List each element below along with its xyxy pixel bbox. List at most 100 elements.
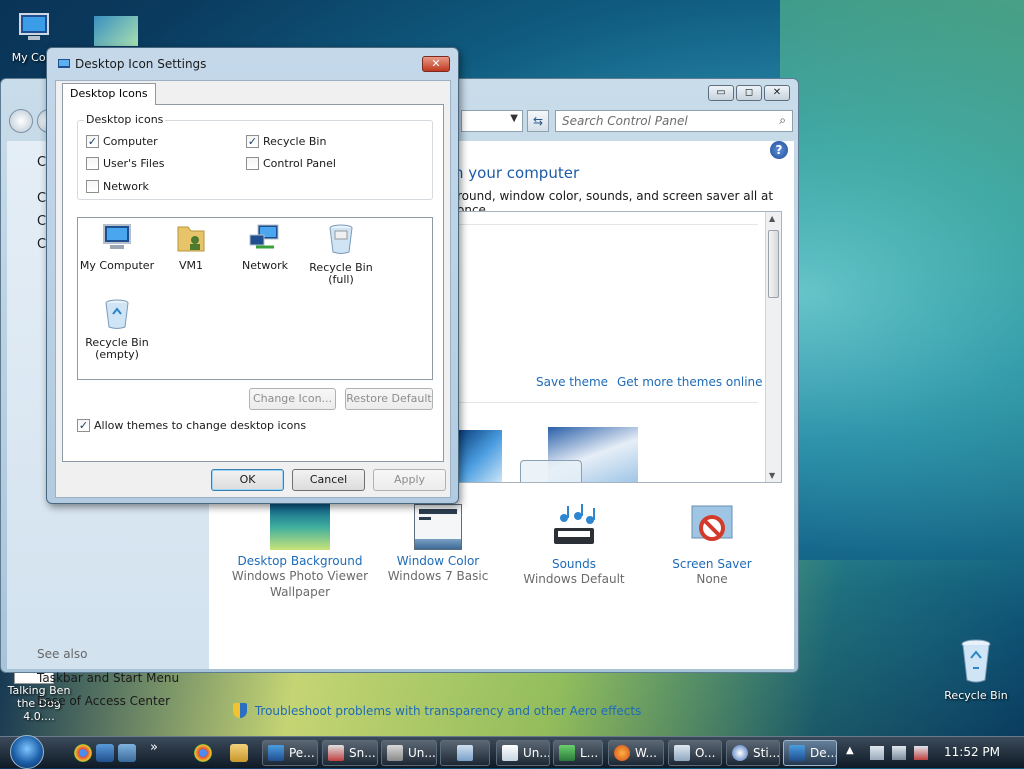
desktop-icon-label: Recycle Bin <box>944 689 1008 702</box>
maximize-button[interactable]: ◻ <box>736 85 762 101</box>
shield-icon <box>233 703 247 718</box>
app-icon <box>387 745 403 761</box>
minimize-button[interactable]: ▭ <box>708 85 734 101</box>
change-icon-button[interactable]: Change Icon... <box>249 388 336 410</box>
checkbox-recycle-bin[interactable]: ✓ Recycle Bin <box>246 135 326 148</box>
checkbox-box[interactable] <box>86 180 99 193</box>
checkbox-box[interactable] <box>86 157 99 170</box>
left-link-stub[interactable]: C <box>37 155 46 170</box>
icon-item-network[interactable]: Network <box>226 223 304 272</box>
chrome-icon[interactable] <box>194 744 212 762</box>
scroll-down-icon[interactable]: ▼ <box>769 471 775 480</box>
group-label: Desktop icons <box>84 113 166 126</box>
more-themes-link[interactable]: Get more themes online <box>617 375 763 389</box>
icon-item-recycle-bin-full[interactable]: Recycle Bin (full) <box>302 223 380 286</box>
computer-icon <box>19 13 49 40</box>
checkbox-network[interactable]: Network <box>86 180 149 193</box>
snipping-tool-icon <box>328 745 344 761</box>
firefox-icon <box>614 745 630 761</box>
desktop-icon-partial-image[interactable] <box>94 16 138 46</box>
wallpaper-icon <box>270 504 330 550</box>
ease-of-access-link[interactable]: Ease of Access Center <box>37 694 170 708</box>
taskbar-button[interactable]: Un... <box>496 740 550 766</box>
icon-list[interactable]: My Computer VM1 Network Recycle Bin (ful… <box>77 217 433 380</box>
icon-item-recycle-bin-empty[interactable]: Recycle Bin (empty) <box>78 298 156 361</box>
taskbar-button[interactable]: Pe... <box>262 740 318 766</box>
tab-desktop-icons[interactable]: Desktop Icons <box>62 83 156 105</box>
taskbar-start-menu-link[interactable]: Taskbar and Start Menu <box>37 671 179 685</box>
show-hidden-icons-icon[interactable]: ▲ <box>846 745 854 756</box>
checkbox-users-files[interactable]: User's Files <box>86 157 164 170</box>
window-switcher-icon[interactable] <box>118 744 136 762</box>
search-input[interactable]: Search Control Panel ⌕ <box>555 110 793 132</box>
icon-item-my-computer[interactable]: My Computer <box>78 223 156 272</box>
apply-button[interactable]: Apply <box>373 469 446 491</box>
checkbox-box[interactable] <box>246 157 259 170</box>
taskbar-button[interactable]: Un... <box>381 740 437 766</box>
desktop-background-item[interactable]: Desktop Background Windows Photo Viewer … <box>225 504 375 600</box>
theme-list[interactable]: Save theme Get more themes online ▲ ▼ <box>457 211 782 483</box>
taskbar-button[interactable]: O... <box>668 740 722 766</box>
ok-button[interactable]: OK <box>211 469 284 491</box>
dialog-close-button[interactable]: ✕ <box>422 56 450 72</box>
screen-saver-item[interactable]: Screen Saver None <box>637 504 787 587</box>
icon-item-vm1[interactable]: VM1 <box>152 223 230 272</box>
cancel-button[interactable]: Cancel <box>292 469 365 491</box>
search-icon[interactable]: ⌕ <box>779 113 786 128</box>
close-button[interactable]: ✕ <box>764 85 790 101</box>
taskbar-button[interactable]: W... <box>608 740 664 766</box>
scroll-thumb[interactable] <box>768 230 779 298</box>
quick-launch-overflow-icon[interactable]: » <box>150 740 158 755</box>
window-color-item[interactable]: Window Color Windows 7 Basic <box>363 504 513 584</box>
theme-thumbnail[interactable] <box>458 430 502 482</box>
recycle-bin-empty-icon <box>105 299 129 329</box>
scrollbar[interactable]: ▲ ▼ <box>765 212 781 482</box>
address-bar[interactable]: ▼ <box>461 110 523 132</box>
folder-icon[interactable] <box>230 744 248 762</box>
scroll-up-icon[interactable]: ▲ <box>769 214 775 223</box>
left-link-stub[interactable]: C <box>37 214 46 229</box>
checkbox-control-panel[interactable]: Control Panel <box>246 157 336 170</box>
app-icon <box>559 745 575 761</box>
recycle-bin-icon <box>961 639 991 683</box>
network-error-icon[interactable] <box>870 746 884 760</box>
page-heading: n your computer <box>454 164 580 182</box>
desktop-icon-recycle-bin[interactable]: Recycle Bin <box>936 638 1016 702</box>
checkbox-computer[interactable]: ✓ Computer <box>86 135 158 148</box>
taskbar: » Pe... Sn... Un... Un... L... W... O...… <box>0 735 1024 769</box>
clock[interactable]: 11:52 PM <box>944 745 1000 759</box>
chrome-icon[interactable] <box>74 744 92 762</box>
show-desktop-icon[interactable] <box>96 744 114 762</box>
dialog-title: Desktop Icon Settings <box>75 57 207 71</box>
sounds-item[interactable]: Sounds Windows Default <box>499 504 649 587</box>
save-theme-link[interactable]: Save theme <box>536 375 608 389</box>
keyboard-icon <box>674 745 690 761</box>
chevron-down-icon[interactable]: ▼ <box>510 113 518 124</box>
close-icon: ✕ <box>431 57 441 70</box>
taskbar-button-active[interactable]: De... <box>783 740 837 766</box>
screen-saver-icon <box>691 505 733 541</box>
left-link-stub[interactable]: C <box>37 237 46 252</box>
left-link-stub[interactable]: C <box>37 191 46 206</box>
divider <box>458 402 758 403</box>
desktop-icon-settings-icon <box>789 745 805 761</box>
checkbox-box[interactable]: ✓ <box>246 135 259 148</box>
window-app-icon <box>58 59 70 68</box>
document-icon <box>502 745 518 761</box>
taskbar-button[interactable]: Sn... <box>322 740 378 766</box>
window-controls: ▭ ◻ ✕ <box>708 85 790 101</box>
taskbar-button[interactable]: L... <box>553 740 603 766</box>
taskbar-button[interactable]: Sti... <box>726 740 780 766</box>
refresh-button[interactable]: ⇆ <box>527 110 549 132</box>
start-button[interactable] <box>10 735 44 769</box>
power-icon[interactable] <box>892 746 906 760</box>
checkbox-box[interactable]: ✓ <box>77 419 90 432</box>
checkbox-box[interactable]: ✓ <box>86 135 99 148</box>
window-color-icon <box>414 504 462 550</box>
taskbar-button[interactable] <box>440 740 490 766</box>
troubleshoot-link[interactable]: Troubleshoot problems with transparency … <box>233 703 641 718</box>
help-icon[interactable]: ? <box>770 141 788 159</box>
volume-muted-icon[interactable] <box>914 746 928 760</box>
checkbox-allow-themes[interactable]: ✓ Allow themes to change desktop icons <box>77 419 306 432</box>
restore-default-button[interactable]: Restore Default <box>345 388 433 410</box>
